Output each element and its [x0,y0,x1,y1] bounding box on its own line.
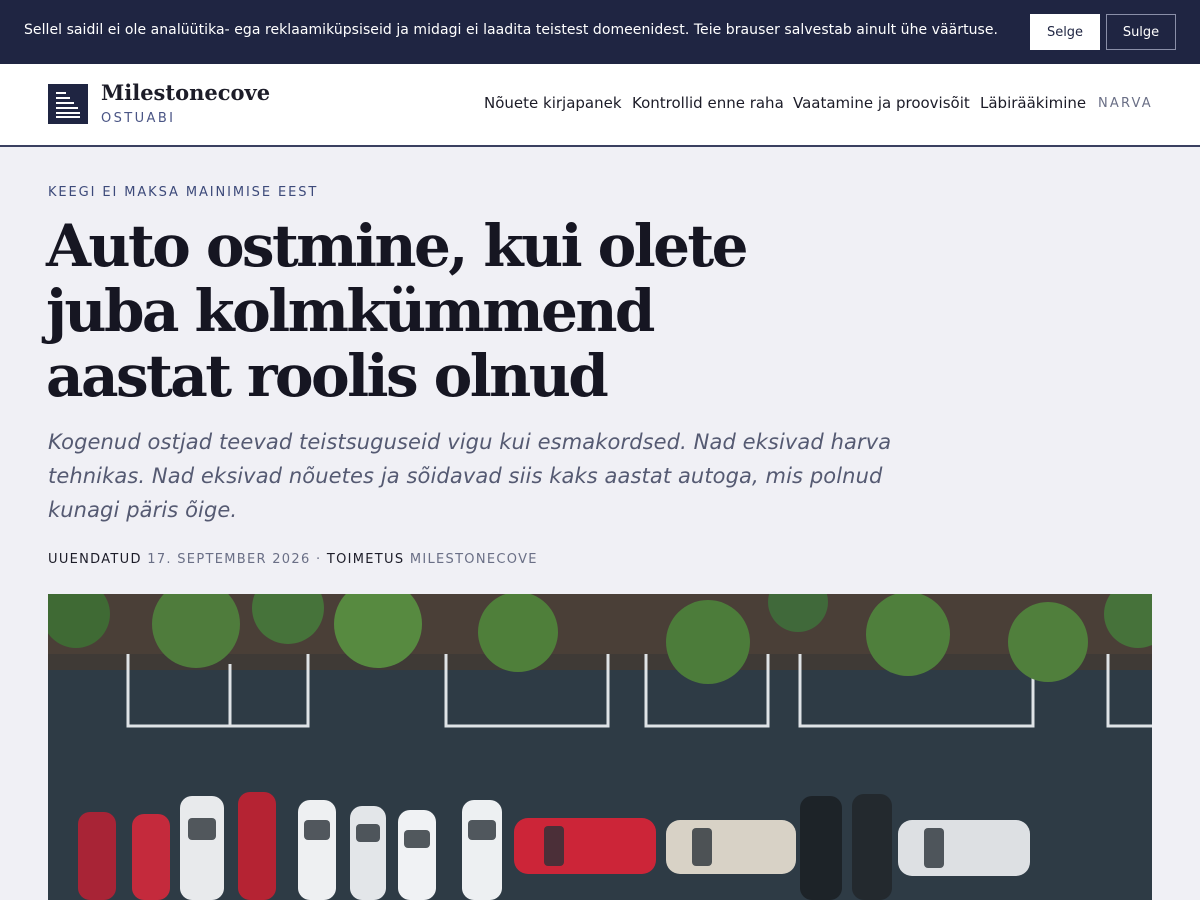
nav-item-checks[interactable]: Kontrollid enne raha [632,94,784,112]
nav-item-requirements[interactable]: Nõuete kirjapanek [484,94,622,112]
author-name: MILESTONECOVE [409,552,538,567]
nav-item-viewing[interactable]: Vaatamine ja proovisõit [793,94,970,112]
author-label: TOIMETUS [326,552,405,567]
updated-label: UUENDATUD [48,552,142,567]
cookie-accept-button[interactable]: Selge [1030,14,1100,50]
brand-tagline: OSTUABI [101,111,176,126]
site-header: Milestonecove OSTUABI Nõuete kirjapanek … [0,64,1200,147]
article-dek: Kogenud ostjad teevad teistsuguseid vigu… [48,430,892,522]
cookie-notice-text: Sellel saidil ei ole analüütika- ega rek… [24,22,999,38]
article-kicker: KEEGI EI MAKSA MAINIMISE EEST [48,185,319,200]
cookie-banner: Sellel saidil ei ole analüütika- ega rek… [0,0,1200,64]
meta-separator: · [315,552,322,567]
article-headline: Auto ostmine, kui olete juba kolmkümmend… [46,212,749,410]
article-meta: UUENDATUD 17. SEPTEMBER 2026 · TOIMETUS … [48,552,538,567]
brand-name[interactable]: Milestonecove [101,80,270,105]
location-link[interactable]: NARVA [1098,96,1153,111]
bar-list-icon[interactable] [48,84,88,124]
nav-item-negotiation[interactable]: Läbirääkimine [980,94,1086,112]
aerial-parking-lot-image [48,594,1152,900]
cookie-close-button[interactable]: Sulge [1106,14,1176,50]
updated-date: 17. SEPTEMBER 2026 [147,552,311,567]
